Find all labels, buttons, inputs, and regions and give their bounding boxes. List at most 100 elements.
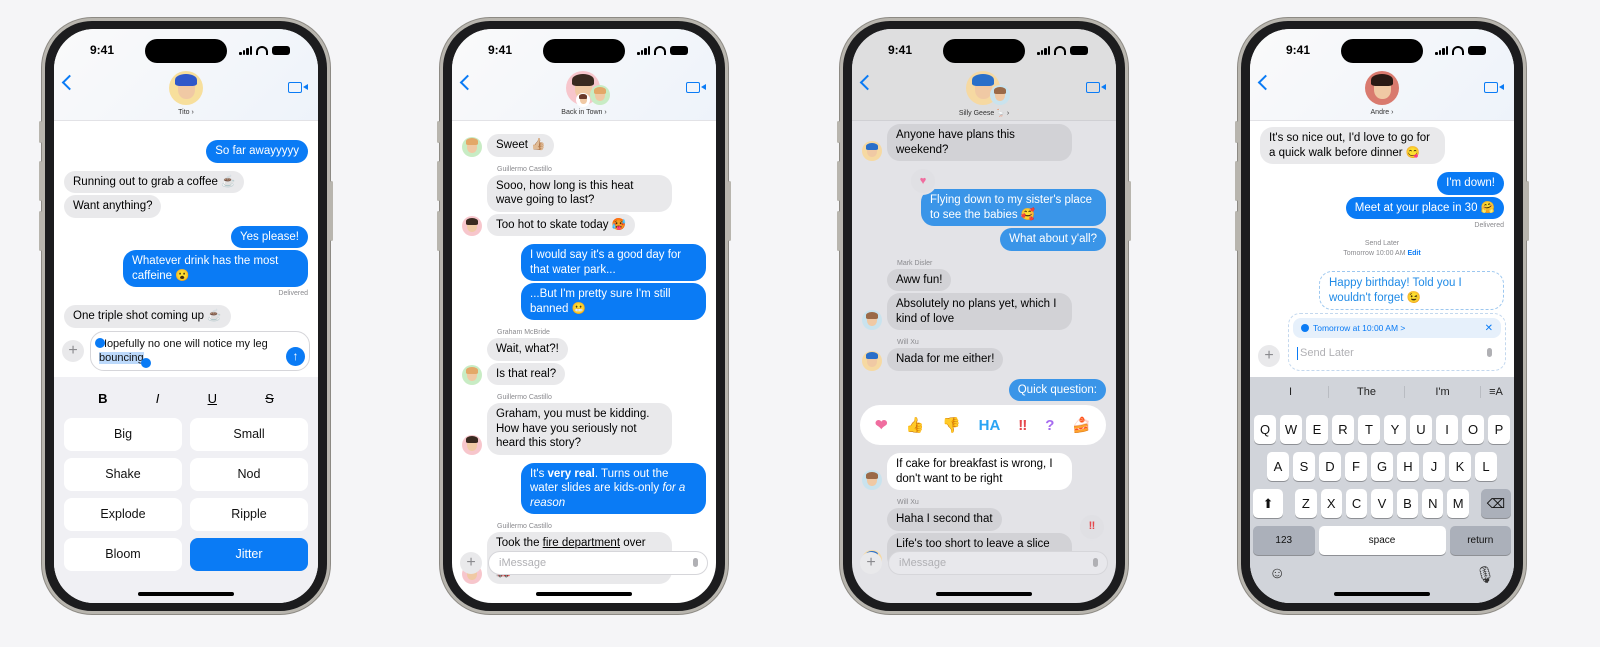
key-y[interactable]: Y: [1384, 415, 1406, 444]
style-underline-button[interactable]: U: [208, 391, 217, 406]
effect-nod-button[interactable]: Nod: [190, 458, 308, 491]
avatar[interactable]: [990, 85, 1010, 105]
shift-key[interactable]: ⬆: [1253, 489, 1284, 518]
tapback-option[interactable]: 👍: [905, 416, 924, 434]
message-bubble[interactable]: Whatever drink has the most caffeine 😮: [123, 250, 308, 287]
plus-button[interactable]: +: [1258, 345, 1280, 367]
back-chevron-icon[interactable]: [1257, 74, 1274, 91]
suggestion[interactable]: I'm: [1405, 386, 1481, 398]
schedule-time-button[interactable]: Tomorrow at 10:00 AM > ✕: [1293, 318, 1501, 338]
key-n[interactable]: N: [1422, 489, 1444, 518]
suggestion[interactable]: I: [1253, 386, 1329, 398]
effect-big-button[interactable]: Big: [64, 418, 182, 451]
effect-bloom-button[interactable]: Bloom: [64, 538, 182, 571]
message-bubble[interactable]: Haha I second that: [887, 508, 1002, 531]
message-bubble[interactable]: Anyone have plans this weekend?: [887, 124, 1072, 161]
key-m[interactable]: M: [1447, 489, 1469, 518]
message-bubble[interactable]: One triple shot coming up ☕: [64, 305, 231, 328]
send-button[interactable]: ↑: [286, 347, 305, 366]
delete-key[interactable]: ⌫: [1480, 489, 1512, 518]
style-italic-button[interactable]: I: [156, 391, 160, 406]
key-w[interactable]: W: [1280, 415, 1302, 444]
video-call-icon[interactable]: [1484, 82, 1504, 93]
effect-ripple-button[interactable]: Ripple: [190, 498, 308, 531]
message-bubble[interactable]: Aww fun!: [887, 268, 952, 291]
avatar[interactable]: [169, 71, 203, 105]
dictation-mic-icon[interactable]: 🎙: [1475, 565, 1495, 585]
style-bold-button[interactable]: B: [98, 391, 107, 406]
plus-button[interactable]: +: [860, 552, 882, 574]
tapback-option[interactable]: ?: [1045, 417, 1054, 434]
video-call-icon[interactable]: [288, 82, 308, 93]
key-u[interactable]: U: [1410, 415, 1432, 444]
message-bubble[interactable]: ...But I'm pretty sure I'm still banned …: [521, 283, 706, 320]
message-bubble[interactable]: Too hot to skate today 🥵: [487, 213, 636, 236]
tapback-option[interactable]: ❤: [875, 416, 888, 434]
key-h[interactable]: H: [1397, 452, 1419, 481]
microphone-icon[interactable]: [1487, 348, 1492, 357]
plus-button[interactable]: +: [62, 340, 84, 362]
key-l[interactable]: L: [1475, 452, 1497, 481]
effect-shake-button[interactable]: Shake: [64, 458, 182, 491]
message-bubble[interactable]: Is that real?: [487, 362, 566, 385]
tapback-option[interactable]: 👎: [942, 416, 961, 434]
message-bubble[interactable]: I'm down!: [1437, 172, 1504, 195]
key-e[interactable]: E: [1306, 415, 1328, 444]
message-bubble[interactable]: Absolutely no plans yet, which I kind of…: [887, 293, 1072, 330]
key-t[interactable]: T: [1358, 415, 1380, 444]
tapback-option[interactable]: 🍰: [1072, 416, 1091, 434]
suggestion[interactable]: ≡A: [1481, 386, 1511, 398]
avatar[interactable]: [862, 141, 882, 161]
message-bubble[interactable]: Sooo, how long is this heat wave going t…: [487, 174, 672, 212]
microphone-icon[interactable]: [693, 558, 698, 567]
message-bubble[interactable]: It's so nice out, I'd love to go for a q…: [1260, 127, 1445, 164]
conversation-title[interactable]: Tito ›: [54, 109, 318, 116]
message-bubble[interactable]: Sweet 👍🏼: [487, 134, 555, 157]
message-bubble[interactable]: What about y'all?: [1000, 228, 1106, 251]
avatar[interactable]: [590, 85, 610, 105]
emoji-icon[interactable]: ☺: [1269, 565, 1285, 585]
key-g[interactable]: G: [1371, 452, 1393, 481]
message-bubble[interactable]: It's very real. Turns out the water slid…: [521, 462, 706, 514]
key-c[interactable]: C: [1345, 489, 1368, 518]
avatar[interactable]: [862, 350, 882, 371]
message-bubble[interactable]: Quick question:: [1008, 378, 1106, 401]
message-bubble[interactable]: Want anything?: [64, 195, 162, 218]
key-s[interactable]: S: [1293, 452, 1315, 481]
video-call-icon[interactable]: [1086, 82, 1106, 93]
message-input[interactable]: iMessage: [888, 551, 1108, 575]
key-p[interactable]: P: [1488, 415, 1510, 444]
key-b[interactable]: B: [1396, 489, 1419, 518]
key-r[interactable]: R: [1332, 415, 1354, 444]
effect-small-button[interactable]: Small: [190, 418, 308, 451]
return-key[interactable]: return: [1449, 526, 1512, 555]
message-bubble[interactable]: Nada for me either!: [887, 348, 1004, 371]
group-avatars[interactable]: [1352, 71, 1412, 107]
avatar[interactable]: [1365, 71, 1399, 105]
message-bubble[interactable]: Yes please!: [230, 225, 308, 248]
selection-end-handle[interactable]: [141, 358, 151, 368]
message-bubble[interactable]: Graham, you must be kidding. How have yo…: [487, 403, 672, 455]
microphone-icon[interactable]: [1093, 558, 1098, 567]
key-v[interactable]: V: [1371, 489, 1393, 518]
avatar[interactable]: [462, 216, 482, 236]
style-strikethrough-button[interactable]: S: [265, 391, 274, 406]
close-icon[interactable]: ✕: [1485, 323, 1493, 334]
message-bubble[interactable]: Wait, what?!: [487, 338, 568, 361]
send-later-input[interactable]: Send Later: [1297, 347, 1501, 360]
conversation-title[interactable]: Andre ›: [1250, 109, 1514, 116]
message-bubble[interactable]: So far awayyyyy: [206, 140, 308, 163]
effect-jitter-button[interactable]: Jitter: [190, 538, 308, 571]
selection-start-handle[interactable]: [95, 338, 105, 348]
key-z[interactable]: Z: [1295, 489, 1317, 518]
key-o[interactable]: O: [1462, 415, 1484, 444]
plus-button[interactable]: +: [460, 552, 482, 574]
avatar[interactable]: [576, 93, 590, 107]
message-input[interactable]: Hopefully no one will notice my leg boun…: [90, 331, 310, 371]
key-q[interactable]: Q: [1254, 415, 1276, 444]
message-bubble[interactable]: Meet at your place in 30 🤗: [1345, 196, 1504, 219]
group-avatars[interactable]: [554, 71, 614, 107]
conversation-title[interactable]: Silly Geese 🪿 ›: [852, 109, 1116, 117]
key-k[interactable]: K: [1449, 452, 1471, 481]
suggestion[interactable]: The: [1329, 386, 1405, 398]
